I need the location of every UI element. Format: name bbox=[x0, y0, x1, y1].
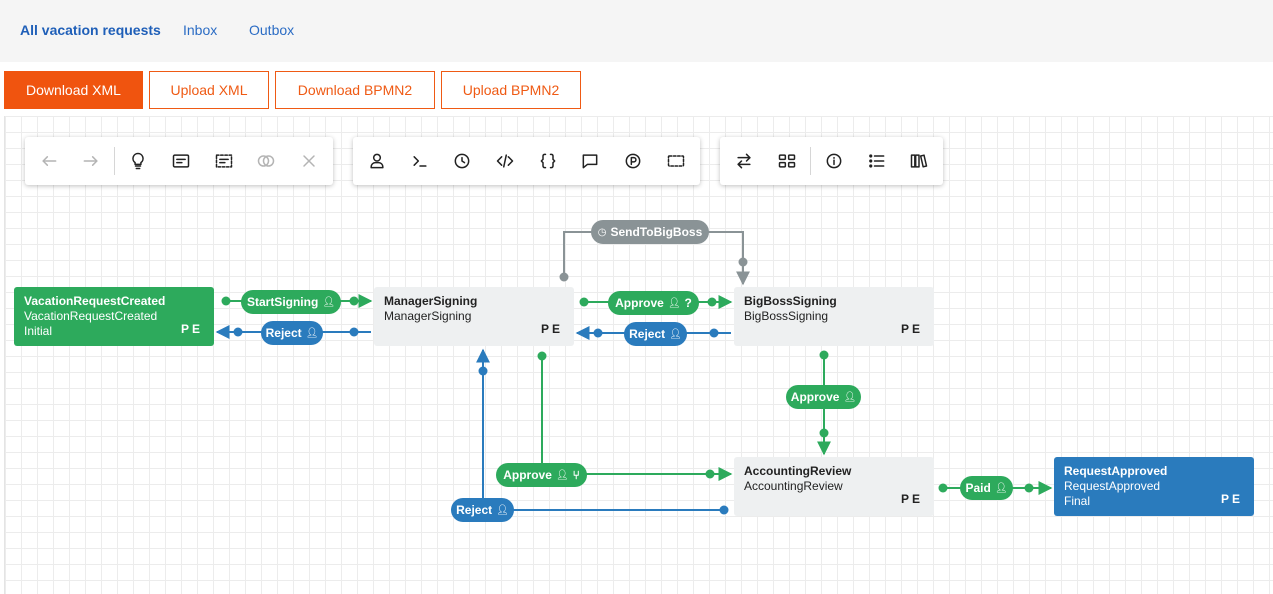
clock-icon: ◷ bbox=[597, 226, 607, 238]
user-icon: 👤︎ bbox=[555, 469, 569, 481]
node-flags: PE bbox=[900, 492, 923, 506]
user-icon: 👤︎ bbox=[305, 327, 319, 339]
user-icon: 👤︎ bbox=[322, 296, 336, 308]
node-flags: PE bbox=[180, 322, 203, 336]
node-title: BigBossSigning bbox=[744, 294, 837, 308]
node-accounting-review[interactable]: AccountingReview AccountingReview PE bbox=[734, 457, 934, 516]
link-reject-accounting[interactable] bbox=[476, 348, 729, 515]
node-flags: PE bbox=[900, 322, 923, 336]
node-title: ManagerSigning bbox=[384, 294, 478, 308]
node-manager-signing[interactable]: ManagerSigning ManagerSigning PE bbox=[374, 287, 574, 346]
node-bigboss-signing[interactable]: BigBossSigning BigBossSigning PE bbox=[734, 287, 934, 346]
pill-reject-manager[interactable]: Reject 👤︎ bbox=[261, 321, 323, 345]
node-state: Initial bbox=[24, 324, 53, 338]
question-icon: ? bbox=[684, 296, 692, 310]
node-subtitle: AccountingReview bbox=[744, 479, 843, 493]
node-vacation-request-created[interactable]: VacationRequestCreated VacationRequestCr… bbox=[14, 287, 214, 346]
user-icon: 👤︎ bbox=[843, 391, 857, 403]
node-title: AccountingReview bbox=[744, 464, 852, 478]
fork-icon: ⑂ bbox=[572, 468, 580, 482]
node-title: VacationRequestCreated bbox=[24, 294, 166, 308]
user-icon: 👤︎ bbox=[669, 328, 682, 340]
node-subtitle: VacationRequestCreated bbox=[24, 309, 158, 323]
node-title: RequestApproved bbox=[1064, 464, 1168, 478]
user-icon: 👤︎ bbox=[496, 504, 509, 516]
node-subtitle: ManagerSigning bbox=[384, 309, 472, 323]
pill-approve-to-accounting[interactable]: Approve 👤︎ ⑂ bbox=[496, 463, 587, 487]
pill-start-signing[interactable]: StartSigning 👤︎ bbox=[241, 290, 341, 314]
node-flags: PE bbox=[1220, 492, 1243, 506]
pill-approve-manager[interactable]: Approve 👤︎? bbox=[608, 291, 699, 315]
node-subtitle: RequestApproved bbox=[1064, 479, 1161, 493]
pill-reject-accounting[interactable]: Reject 👤︎ bbox=[451, 498, 514, 522]
pill-paid[interactable]: Paid 👤︎ bbox=[960, 476, 1013, 500]
user-icon: 👤︎ bbox=[667, 297, 681, 309]
user-icon: 👤︎ bbox=[994, 482, 1008, 494]
node-subtitle: BigBossSigning bbox=[744, 309, 829, 323]
node-request-approved[interactable]: RequestApproved RequestApproved Final PE bbox=[1054, 457, 1254, 516]
pill-approve-bigboss[interactable]: Approve 👤︎ bbox=[786, 385, 861, 409]
pill-send-to-bigboss[interactable]: ◷ SendToBigBoss bbox=[591, 220, 709, 244]
node-flags: PE bbox=[540, 322, 563, 336]
node-state: Final bbox=[1064, 494, 1091, 508]
pill-reject-bigboss[interactable]: Reject 👤︎ bbox=[624, 322, 687, 346]
link-approve-to-accounting[interactable] bbox=[537, 351, 733, 481]
